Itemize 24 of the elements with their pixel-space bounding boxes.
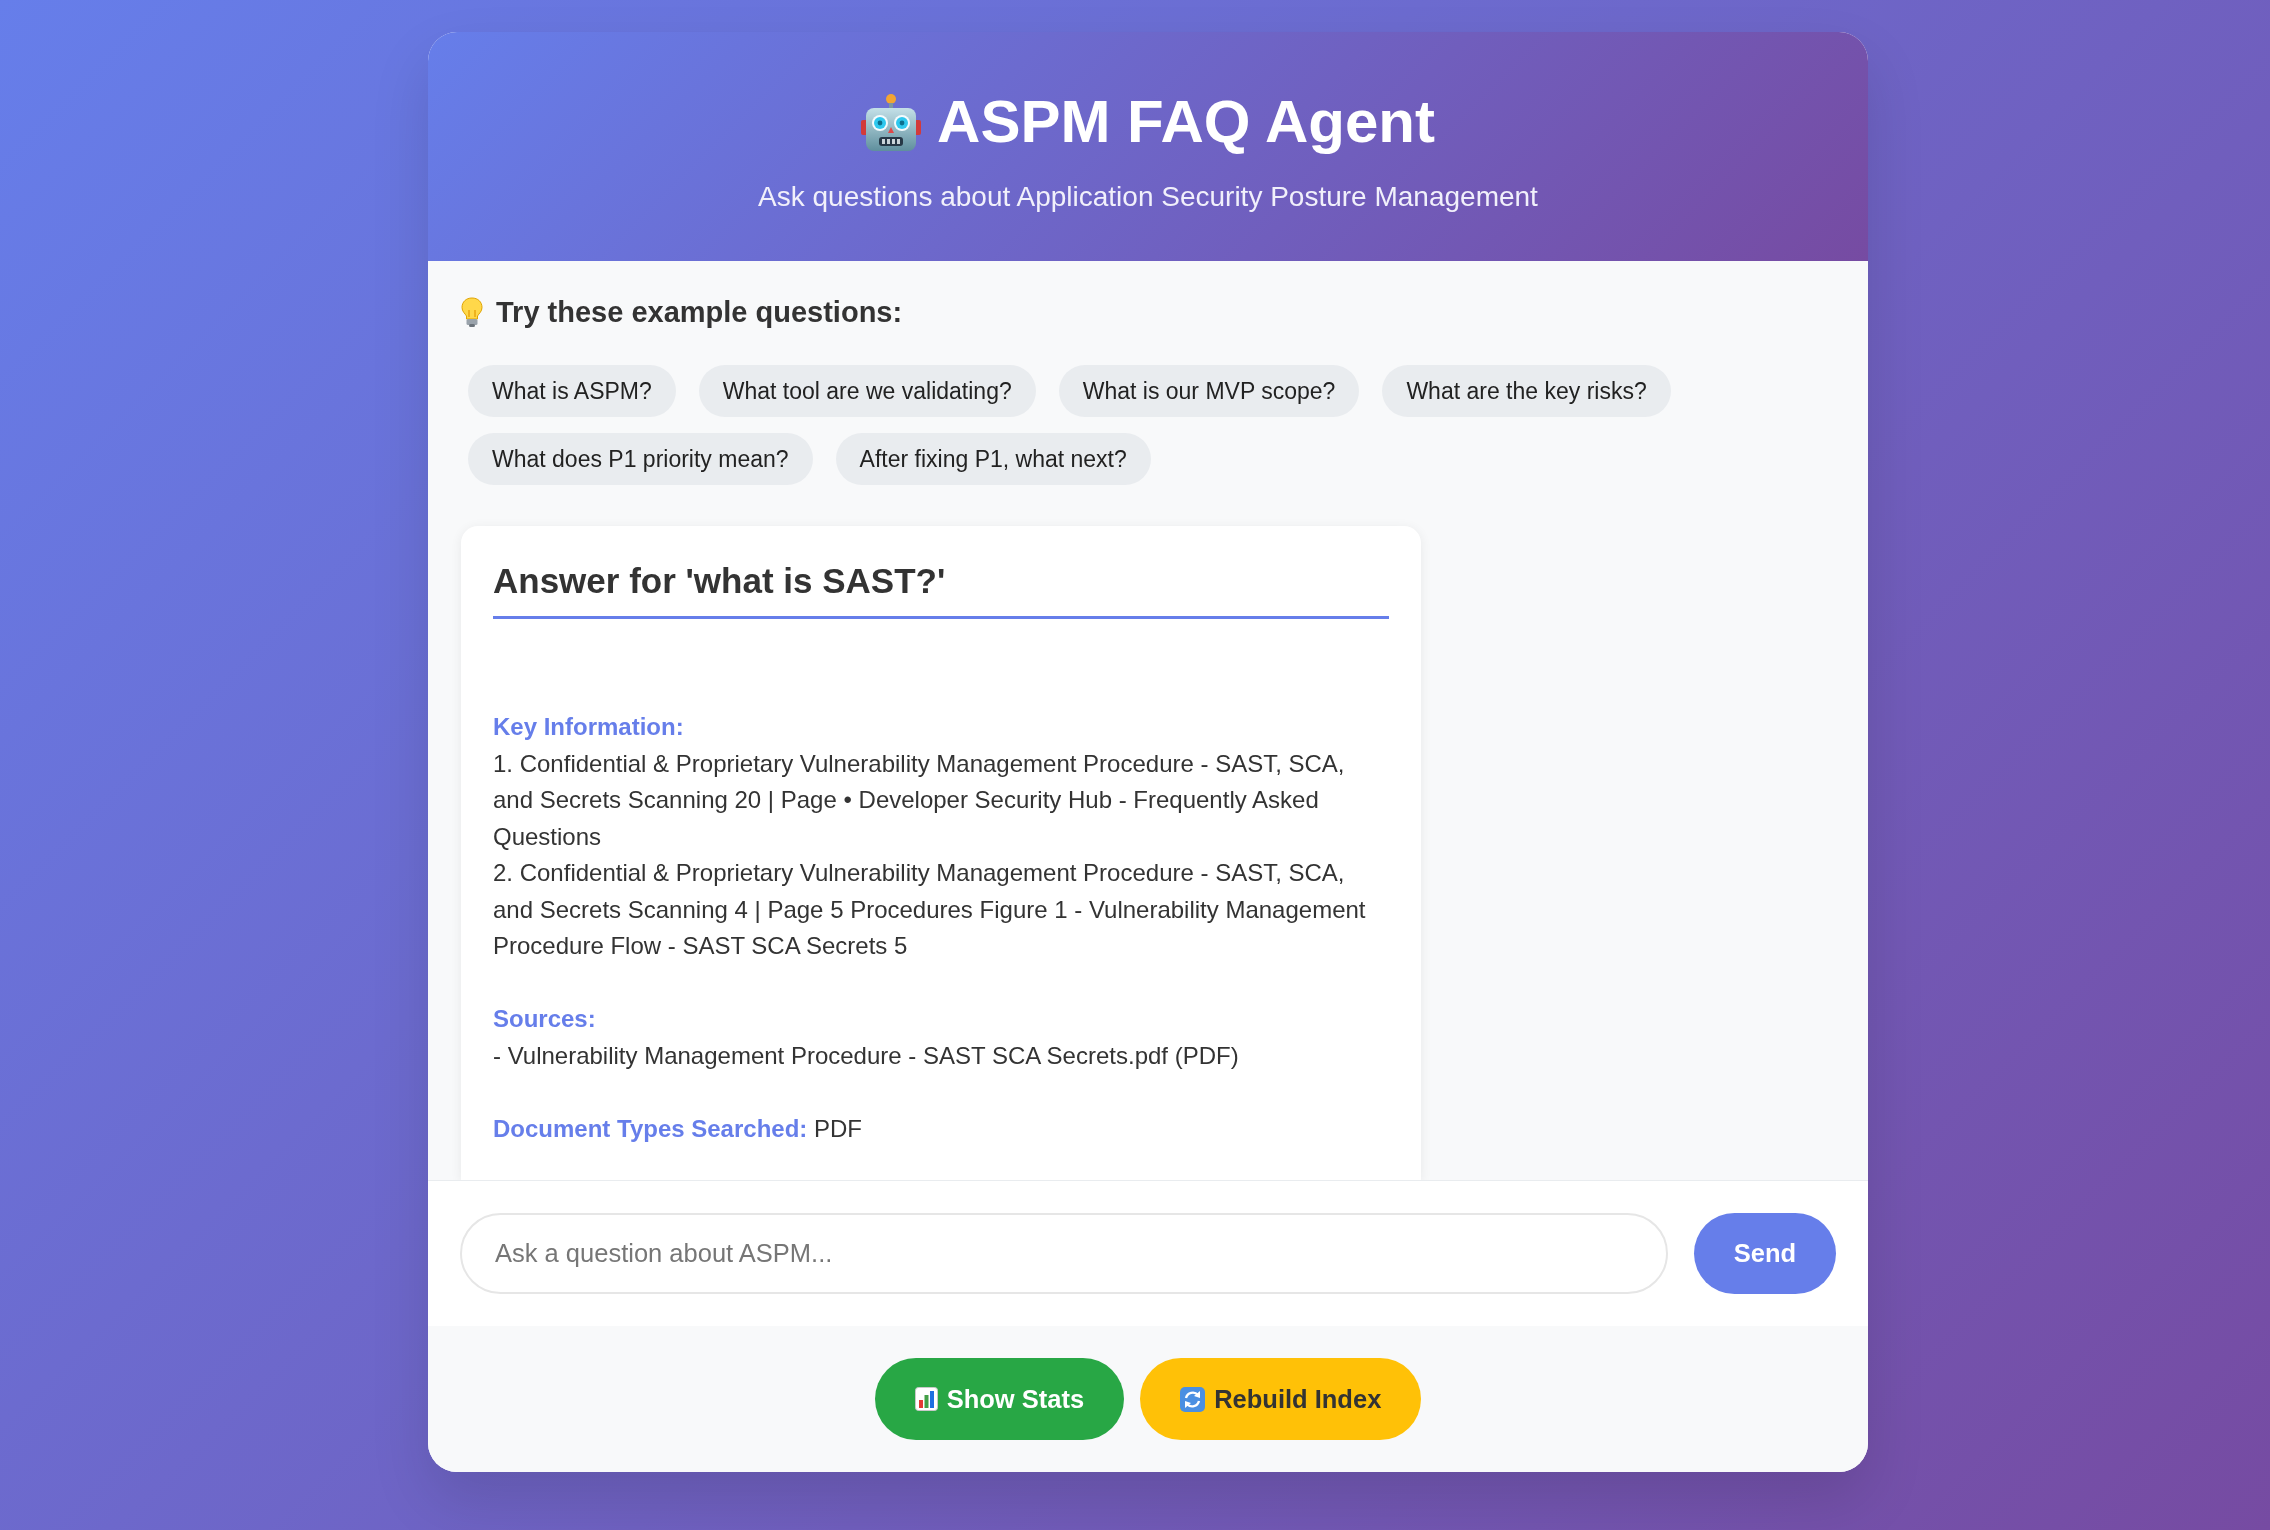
app-subtitle: Ask questions about Application Security Posture Management [758, 180, 1538, 214]
answer-line: 2. Confidential & Proprietary Vulnerability Management Procedure - SAST, SCA, and Secrets Scanning 4 | Page 5 Procedures Figure 1 - Vulnerability Management Procedure Flow - SAST SCA Secrets 5 [493, 858, 1367, 961]
examples-heading: Try these example questions: [496, 295, 903, 330]
question-input[interactable]: Ask a question about ASPM... [460, 1213, 1668, 1294]
example-question-chip[interactable]: What tool are we validating? [698, 365, 1036, 417]
section-label: Document Types Searched: [493, 1114, 808, 1142]
example-question-chip[interactable]: What are the key risks? [1382, 365, 1671, 417]
example-question-chip[interactable]: What is ASPM? [468, 365, 676, 417]
rebuild-index-button[interactable]: Rebuild Index [1140, 1358, 1422, 1440]
send-button[interactable]: Send [1694, 1213, 1836, 1294]
answer-line: 1. Confidential & Proprietary Vulnerability Management Procedure - SAST, SCA, and Secrets Scanning 20 | Page • Developer Security Hub - Frequently Asked Questions [493, 748, 1346, 852]
answer-title: Answer for 'what is SAST?' [493, 560, 1389, 619]
answer-line: - Vulnerability Management Procedure - SAST SCA Secrets.pdf (PDF) [493, 1040, 1240, 1071]
example-question-chip[interactable]: What is our MVP scope? [1058, 365, 1360, 417]
bar-chart-icon [914, 1387, 938, 1411]
example-question-chip[interactable]: After fixing P1, what next? [835, 433, 1151, 485]
section-value: PDF [814, 1114, 862, 1142]
example-question-chip[interactable]: What does P1 priority mean? [468, 433, 813, 485]
section-label: Key Information: [493, 712, 685, 742]
section-label: Sources: [493, 1004, 597, 1034]
app-title: ASPM FAQ Agent [937, 87, 1435, 157]
robot-icon [861, 93, 922, 151]
lightbulb-icon [461, 297, 483, 327]
refresh-icon [1180, 1386, 1206, 1412]
